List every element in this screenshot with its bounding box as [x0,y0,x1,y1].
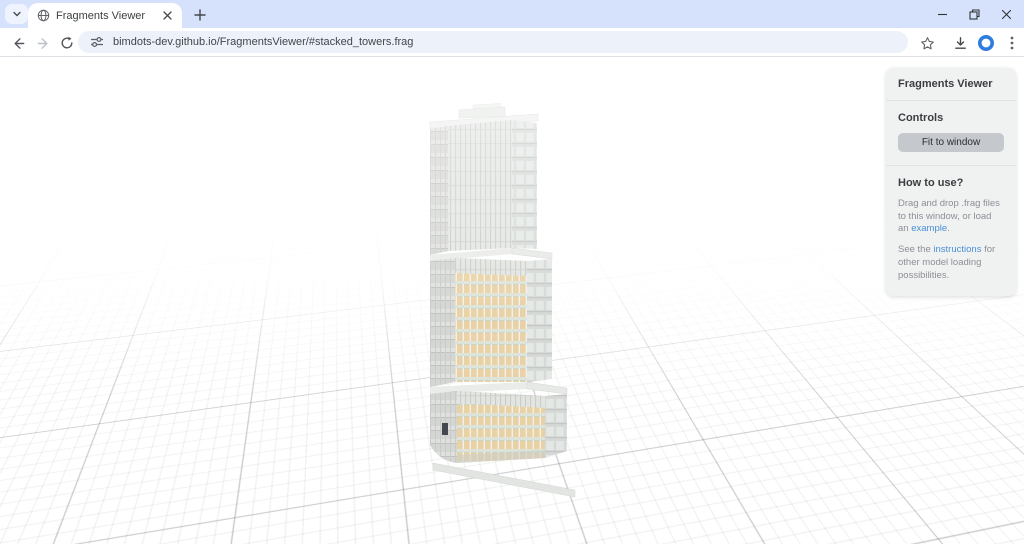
minimize-icon [937,9,948,20]
restore-icon [969,9,980,20]
download-icon [953,36,968,51]
back-button[interactable] [6,31,30,55]
instructions-link[interactable]: instructions [933,244,981,255]
how-to-use-section: How to use? Drag and drop .frag files to… [886,166,1016,296]
browser-menu-button[interactable] [1000,31,1024,55]
controls-heading: Controls [898,112,1004,124]
fragments-viewer-panel: Fragments Viewer Controls Fit to window … [886,68,1016,296]
p1-text-end: . [947,223,950,234]
star-icon [920,36,935,51]
minimize-button[interactable] [926,0,958,28]
3d-canvas[interactable]: Fragments Viewer Controls Fit to window … [0,58,1024,544]
downloads-button[interactable] [948,31,972,55]
forward-button[interactable] [31,31,55,55]
bookmark-button[interactable] [915,31,939,55]
site-settings-icon[interactable] [90,36,104,48]
tab-strip: Fragments Viewer [0,0,1024,28]
close-window-button[interactable] [990,0,1022,28]
tab-title: Fragments Viewer [56,10,159,22]
profile-button[interactable] [974,31,998,55]
browser-toolbar: bimdots-dev.github.io/FragmentsViewer/#s… [0,28,1024,57]
close-icon [1001,9,1012,20]
panel-title: Fragments Viewer [886,68,1016,101]
window-controls [926,0,1022,28]
controls-section: Controls Fit to window [886,101,1016,166]
example-link[interactable]: example [911,223,947,234]
reload-button[interactable] [55,31,79,55]
kebab-menu-icon [1010,36,1014,50]
instructions-paragraph-1: Drag and drop .frag files to this window… [898,198,1004,236]
address-bar[interactable]: bimdots-dev.github.io/FragmentsViewer/#s… [78,31,908,53]
reload-icon [60,36,74,50]
back-arrow-icon [11,36,26,51]
browser-tab[interactable]: Fragments Viewer [28,3,182,28]
how-to-use-heading: How to use? [898,177,1004,189]
chevron-down-icon [12,9,22,19]
plus-icon [194,9,206,21]
forward-arrow-icon [36,36,51,51]
url-text: bimdots-dev.github.io/FragmentsViewer/#s… [113,36,413,48]
new-tab-button[interactable] [189,4,211,26]
profile-avatar-icon [977,34,995,52]
fit-to-window-button[interactable]: Fit to window [898,133,1004,152]
restore-button[interactable] [958,0,990,28]
tab-close-button[interactable] [159,8,175,24]
globe-favicon-icon [37,9,50,22]
tab-search-button[interactable] [5,4,28,24]
building-model [415,101,590,511]
close-icon [163,11,172,20]
instructions-paragraph-2: See the instructions for other model loa… [898,244,1004,282]
p2-text: See the [898,244,933,255]
